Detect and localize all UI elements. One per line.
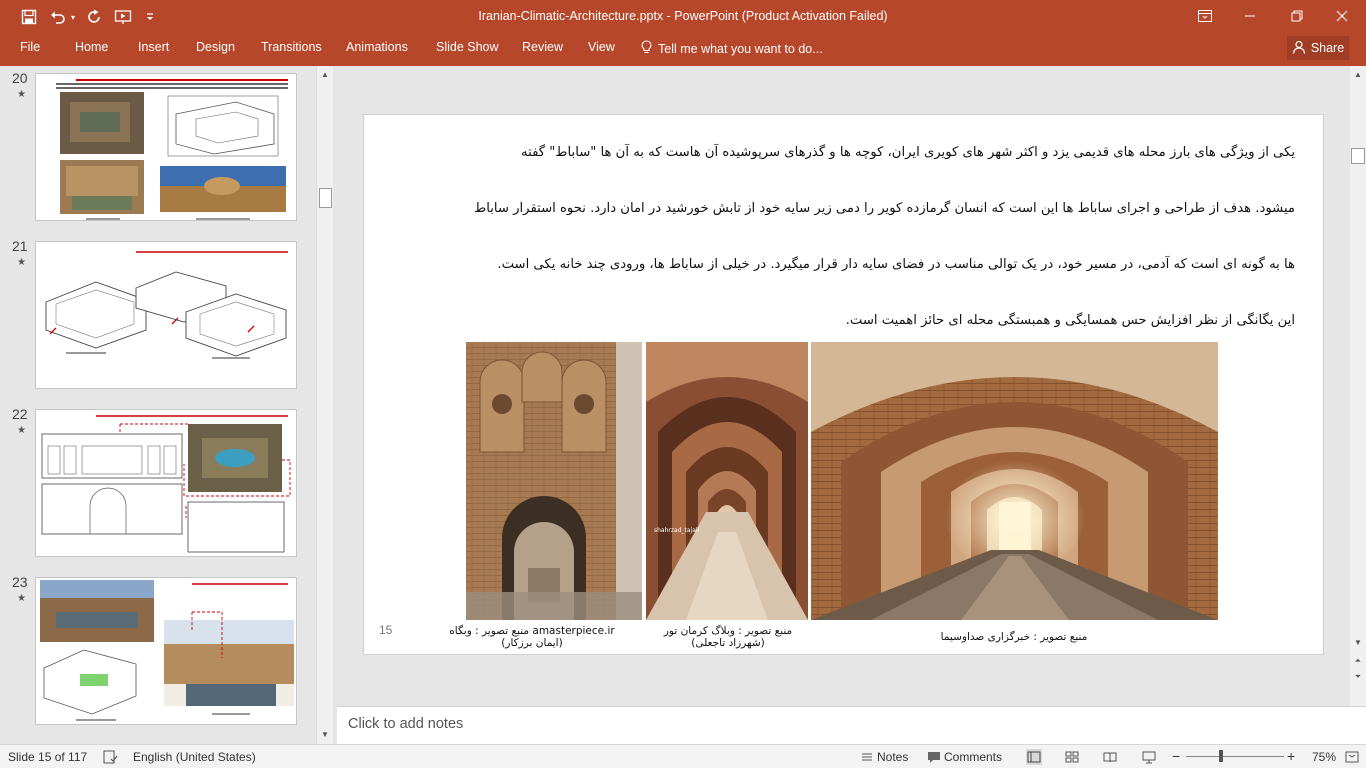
caption-1-line-2: (ایمان برزکار): [501, 637, 563, 649]
next-slide-icon[interactable]: ⏷: [1350, 670, 1366, 684]
scroll-up-arrow-icon[interactable]: ▲: [317, 68, 333, 82]
scroll-down-arrow-icon[interactable]: ▼: [317, 728, 333, 742]
slide-page-number: 15: [379, 623, 393, 637]
photo-sabat-corridor[interactable]: shahrzad_tajali: [646, 342, 808, 620]
slide-thumbnail-21[interactable]: [35, 241, 297, 389]
caption-2: منبع تصویر : وبلاگ کرمان تور (شهرزاد تاج…: [638, 625, 818, 649]
comments-button[interactable]: Comments: [944, 750, 1002, 764]
restore-icon[interactable]: [1282, 4, 1312, 28]
reading-view-icon[interactable]: [1102, 749, 1118, 765]
animation-star-icon: ★: [17, 257, 26, 268]
scroll-down-arrow-icon[interactable]: ▼: [1350, 636, 1366, 650]
thumbnail-number: 20: [12, 70, 28, 86]
person-icon: [1292, 40, 1306, 57]
undo-dropdown-icon[interactable]: ▾: [68, 6, 78, 28]
scrollbar-thumb[interactable]: [319, 188, 332, 208]
slide-thumbnail-23[interactable]: [35, 577, 297, 725]
minimize-icon[interactable]: [1235, 4, 1265, 28]
animation-star-icon: ★: [17, 89, 26, 100]
zoom-level[interactable]: 75%: [1312, 750, 1336, 764]
status-bar: Slide 15 of 117 English (United States) …: [0, 744, 1366, 768]
save-icon[interactable]: [18, 6, 40, 28]
caption-3: منبع تصویر : خبرگزاری صداوسیما: [884, 631, 1144, 643]
slide-canvas[interactable]: یکی از ویژگی های بارز محله های قدیمی یزد…: [363, 114, 1324, 655]
language-indicator[interactable]: English (United States): [133, 750, 256, 764]
slide-counter: Slide 15 of 117: [8, 750, 88, 764]
editor-scrollbar[interactable]: ▲ ▼ ⏶ ⏷: [1350, 66, 1366, 706]
tab-slide-show[interactable]: Slide Show: [436, 40, 499, 54]
scroll-up-arrow-icon[interactable]: ▲: [1350, 68, 1366, 82]
caption-1-line-1: منبع تصویر : وبگاه amasterpiece.ir: [449, 625, 615, 637]
notes-pane[interactable]: Click to add notes: [337, 706, 1366, 744]
previous-slide-icon[interactable]: ⏶: [1350, 654, 1366, 668]
tab-view[interactable]: View: [588, 40, 615, 54]
lightbulb-icon: [641, 40, 652, 58]
ribbon-display-options-icon[interactable]: [1190, 4, 1220, 28]
customize-qat-icon[interactable]: [143, 6, 157, 28]
photo-brick-gateway[interactable]: [466, 342, 642, 620]
tell-me-box[interactable]: Tell me what you want to do...: [641, 40, 823, 58]
photo-watermark: shahrzad_tajali: [654, 527, 700, 534]
close-icon[interactable]: [1327, 4, 1357, 28]
caption-2-line-1: منبع تصویر : وبلاگ کرمان تور: [663, 625, 793, 637]
notes-button[interactable]: Notes: [877, 750, 908, 764]
slide-thumbnail-22[interactable]: [35, 409, 297, 557]
notes-icon[interactable]: [859, 749, 875, 765]
share-label: Share: [1310, 41, 1345, 55]
undo-icon[interactable]: [48, 6, 68, 28]
thumbnail-number: 22: [12, 406, 28, 422]
photo-vaulted-alley[interactable]: [811, 342, 1218, 620]
caption-2-line-2: (شهرزاد تاجعلی): [691, 637, 765, 649]
spelling-check-icon[interactable]: [102, 749, 118, 765]
zoom-slider-thumb[interactable]: [1219, 750, 1223, 762]
title-bar: ▾ Iranian-Climatic-Architecture.pptx - P…: [0, 0, 1366, 34]
tab-review[interactable]: Review: [522, 40, 563, 54]
tab-animations[interactable]: Animations: [346, 40, 408, 54]
slide-thumbnail-20[interactable]: [35, 73, 297, 221]
caption-3-line-1: منبع تصویر : خبرگزاری صداوسیما: [940, 631, 1088, 643]
tell-me-text: Tell me what you want to do...: [658, 42, 823, 56]
body-text-line-4[interactable]: این یگانگی از نظر افزایش حس همسایگی و هم…: [385, 313, 1295, 328]
slide-sorter-icon[interactable]: [1064, 749, 1080, 765]
tab-file[interactable]: File: [20, 40, 40, 54]
tab-design[interactable]: Design: [196, 40, 235, 54]
thumbnail-number: 23: [12, 574, 28, 590]
window-title: Iranian-Climatic-Architecture.pptx - Pow…: [478, 9, 888, 23]
notes-placeholder[interactable]: Click to add notes: [348, 716, 463, 732]
body-text-line-1[interactable]: یکی از ویژگی های بارز محله های قدیمی یزد…: [385, 145, 1295, 160]
thumbnail-number: 21: [12, 238, 28, 254]
ribbon-tab-bar: File Home Insert Design Transitions Anim…: [0, 34, 1366, 66]
present-from-start-icon[interactable]: [112, 6, 134, 28]
slideshow-view-icon[interactable]: [1141, 749, 1157, 765]
animation-star-icon: ★: [17, 593, 26, 604]
body-text-line-3[interactable]: ها به گونه ای است که آدمی، در مسیر خود، …: [385, 257, 1295, 272]
thumbnail-pane: 20 ★ 21 ★ 22 ★ 23 ★: [0, 66, 336, 744]
animation-star-icon: ★: [17, 425, 26, 436]
zoom-in-button[interactable]: +: [1287, 748, 1295, 764]
tab-home[interactable]: Home: [75, 40, 108, 54]
fit-slide-to-window-icon[interactable]: [1344, 749, 1360, 765]
tab-insert[interactable]: Insert: [138, 40, 169, 54]
zoom-out-button[interactable]: −: [1172, 748, 1180, 764]
redo-icon[interactable]: [84, 6, 104, 28]
tab-transitions[interactable]: Transitions: [261, 40, 322, 54]
caption-1: منبع تصویر : وبگاه amasterpiece.ir (ایما…: [434, 625, 630, 649]
normal-view-icon[interactable]: [1026, 749, 1042, 765]
body-text-line-2[interactable]: میشود. هدف از طراحی و اجرای ساباط ها این…: [385, 201, 1295, 216]
zoom-slider-track[interactable]: [1186, 756, 1284, 757]
thumbnail-scrollbar[interactable]: ▲ ▼: [316, 66, 333, 744]
comments-icon[interactable]: [926, 749, 942, 765]
scrollbar-thumb[interactable]: [1351, 148, 1365, 164]
share-button[interactable]: Share: [1287, 36, 1349, 60]
